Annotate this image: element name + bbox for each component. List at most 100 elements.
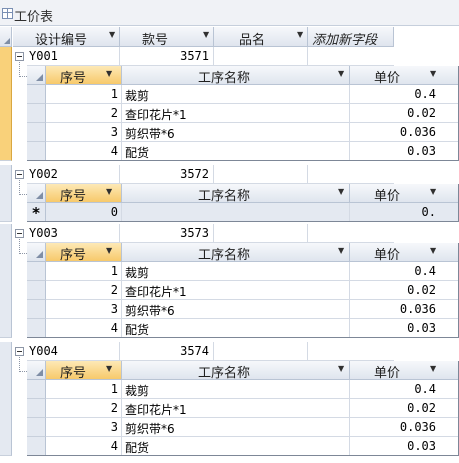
- cell-seq[interactable]: 2: [46, 399, 122, 418]
- dropdown-arrow-icon[interactable]: ▼: [106, 246, 112, 255]
- subrow-selector[interactable]: [27, 142, 46, 161]
- cell-price[interactable]: 0.036: [350, 300, 459, 319]
- cell-price[interactable]: 0.02: [350, 281, 459, 300]
- dropdown-arrow-icon[interactable]: ▼: [338, 187, 344, 196]
- dropdown-arrow-icon[interactable]: ▼: [338, 364, 344, 373]
- dropdown-arrow-icon[interactable]: ▼: [430, 246, 436, 255]
- collapse-minus-icon[interactable]: [15, 170, 24, 179]
- col-header-add-field[interactable]: 添加新字段: [308, 27, 394, 48]
- col-header-name[interactable]: 品名 ▼: [214, 27, 308, 48]
- dropdown-arrow-icon[interactable]: ▼: [203, 30, 209, 39]
- col-header-design-no[interactable]: 设计编号 ▼: [13, 27, 120, 48]
- subcol-header-process[interactable]: 工序名称 ▼: [122, 66, 350, 86]
- subrow-selector[interactable]: [27, 262, 46, 281]
- cell-style-no[interactable]: 3574: [120, 342, 214, 361]
- cell-process[interactable]: 剪织带*6: [122, 123, 350, 142]
- cell-price[interactable]: 0.4: [350, 380, 459, 399]
- cell-price[interactable]: 0.4: [350, 85, 459, 104]
- subrow-selector[interactable]: [27, 123, 46, 142]
- subcol-header-price[interactable]: 单价 ▼: [350, 184, 459, 204]
- dropdown-arrow-icon[interactable]: ▼: [430, 364, 436, 373]
- cell-seq[interactable]: 1: [46, 380, 122, 399]
- cell-process[interactable]: 查印花片*1: [122, 281, 350, 300]
- cell-add-field[interactable]: [308, 47, 394, 66]
- subcol-header-process[interactable]: 工序名称 ▼: [122, 184, 350, 204]
- cell-seq[interactable]: 1: [46, 262, 122, 281]
- cell-name[interactable]: [214, 342, 308, 361]
- cell-process[interactable]: 配货: [122, 319, 350, 338]
- subrow-selector[interactable]: [27, 104, 46, 123]
- dropdown-arrow-icon[interactable]: ▼: [430, 69, 436, 78]
- collapse-minus-icon[interactable]: [15, 52, 24, 61]
- cell-process[interactable]: 剪织带*6: [122, 418, 350, 437]
- cell-design-no[interactable]: Y002: [27, 165, 120, 184]
- subrow-selector[interactable]: [27, 399, 46, 418]
- dropdown-arrow-icon[interactable]: ▼: [106, 69, 112, 78]
- cell-name[interactable]: [214, 224, 308, 243]
- cell-design-no[interactable]: Y004: [27, 342, 120, 361]
- cell-process[interactable]: 裁剪: [122, 262, 350, 281]
- cell-seq[interactable]: 4: [46, 319, 122, 338]
- cell-style-no[interactable]: 3573: [120, 224, 214, 243]
- subrow-selector[interactable]: [27, 300, 46, 319]
- cell-add-field[interactable]: [308, 165, 394, 184]
- subrow-selector[interactable]: [27, 281, 46, 300]
- subrow-selector[interactable]: [27, 418, 46, 437]
- cell-add-field[interactable]: [308, 224, 394, 243]
- cell-style-no[interactable]: 3571: [120, 47, 214, 66]
- cell-price[interactable]: 0.02: [350, 104, 459, 123]
- cell-price[interactable]: 0.03: [350, 437, 459, 456]
- select-all-icon[interactable]: [27, 184, 46, 203]
- cell-price[interactable]: 0.4: [350, 262, 459, 281]
- cell-process[interactable]: 查印花片*1: [122, 104, 350, 123]
- subcol-header-price[interactable]: 单价 ▼: [350, 243, 459, 263]
- record-selector[interactable]: [0, 224, 12, 338]
- cell-design-no[interactable]: Y001: [27, 47, 120, 66]
- subcol-header-seq[interactable]: 序号 ▼: [46, 66, 122, 86]
- record-selector[interactable]: [0, 342, 12, 456]
- subcol-header-price[interactable]: 单价 ▼: [350, 66, 459, 86]
- dropdown-arrow-icon[interactable]: ▼: [430, 187, 436, 196]
- subcol-header-price[interactable]: 单价 ▼: [350, 361, 459, 381]
- cell-seq[interactable]: 3: [46, 418, 122, 437]
- dropdown-arrow-icon[interactable]: ▼: [109, 30, 115, 39]
- cell-add-field[interactable]: [308, 342, 394, 361]
- record-selector[interactable]: [0, 47, 12, 161]
- cell-seq-new[interactable]: 0: [46, 203, 122, 222]
- cell-process[interactable]: 裁剪: [122, 85, 350, 104]
- cell-process[interactable]: 配货: [122, 142, 350, 161]
- subrow-selector[interactable]: [27, 319, 46, 338]
- select-all-icon[interactable]: [27, 361, 46, 380]
- cell-style-no[interactable]: 3572: [120, 165, 214, 184]
- cell-seq[interactable]: 4: [46, 142, 122, 161]
- new-record-marker[interactable]: *: [27, 203, 46, 222]
- cell-process-new[interactable]: [122, 203, 350, 222]
- cell-process[interactable]: 裁剪: [122, 380, 350, 399]
- subrow-selector[interactable]: [27, 85, 46, 104]
- dropdown-arrow-icon[interactable]: ▼: [338, 69, 344, 78]
- record-selector[interactable]: [0, 165, 12, 222]
- cell-price-new[interactable]: 0.: [350, 203, 459, 222]
- cell-seq[interactable]: 1: [46, 85, 122, 104]
- subcol-header-process[interactable]: 工序名称 ▼: [122, 361, 350, 381]
- subcol-header-process[interactable]: 工序名称 ▼: [122, 243, 350, 263]
- collapse-minus-icon[interactable]: [15, 347, 24, 356]
- cell-seq[interactable]: 2: [46, 281, 122, 300]
- cell-process[interactable]: 配货: [122, 437, 350, 456]
- cell-seq[interactable]: 2: [46, 104, 122, 123]
- subrow-selector[interactable]: [27, 380, 46, 399]
- select-all-icon[interactable]: [27, 243, 46, 262]
- cell-price[interactable]: 0.02: [350, 399, 459, 418]
- cell-name[interactable]: [214, 165, 308, 184]
- select-all-icon[interactable]: [27, 66, 46, 85]
- select-all-corner[interactable]: [0, 27, 12, 47]
- subcol-header-seq[interactable]: 序号 ▼: [46, 184, 122, 204]
- cell-name[interactable]: [214, 47, 308, 66]
- cell-process[interactable]: 剪织带*6: [122, 300, 350, 319]
- dropdown-arrow-icon[interactable]: ▼: [106, 187, 112, 196]
- cell-price[interactable]: 0.036: [350, 123, 459, 142]
- cell-seq[interactable]: 3: [46, 300, 122, 319]
- cell-design-no[interactable]: Y003: [27, 224, 120, 243]
- col-header-style-no[interactable]: 款号 ▼: [120, 27, 214, 48]
- cell-price[interactable]: 0.036: [350, 418, 459, 437]
